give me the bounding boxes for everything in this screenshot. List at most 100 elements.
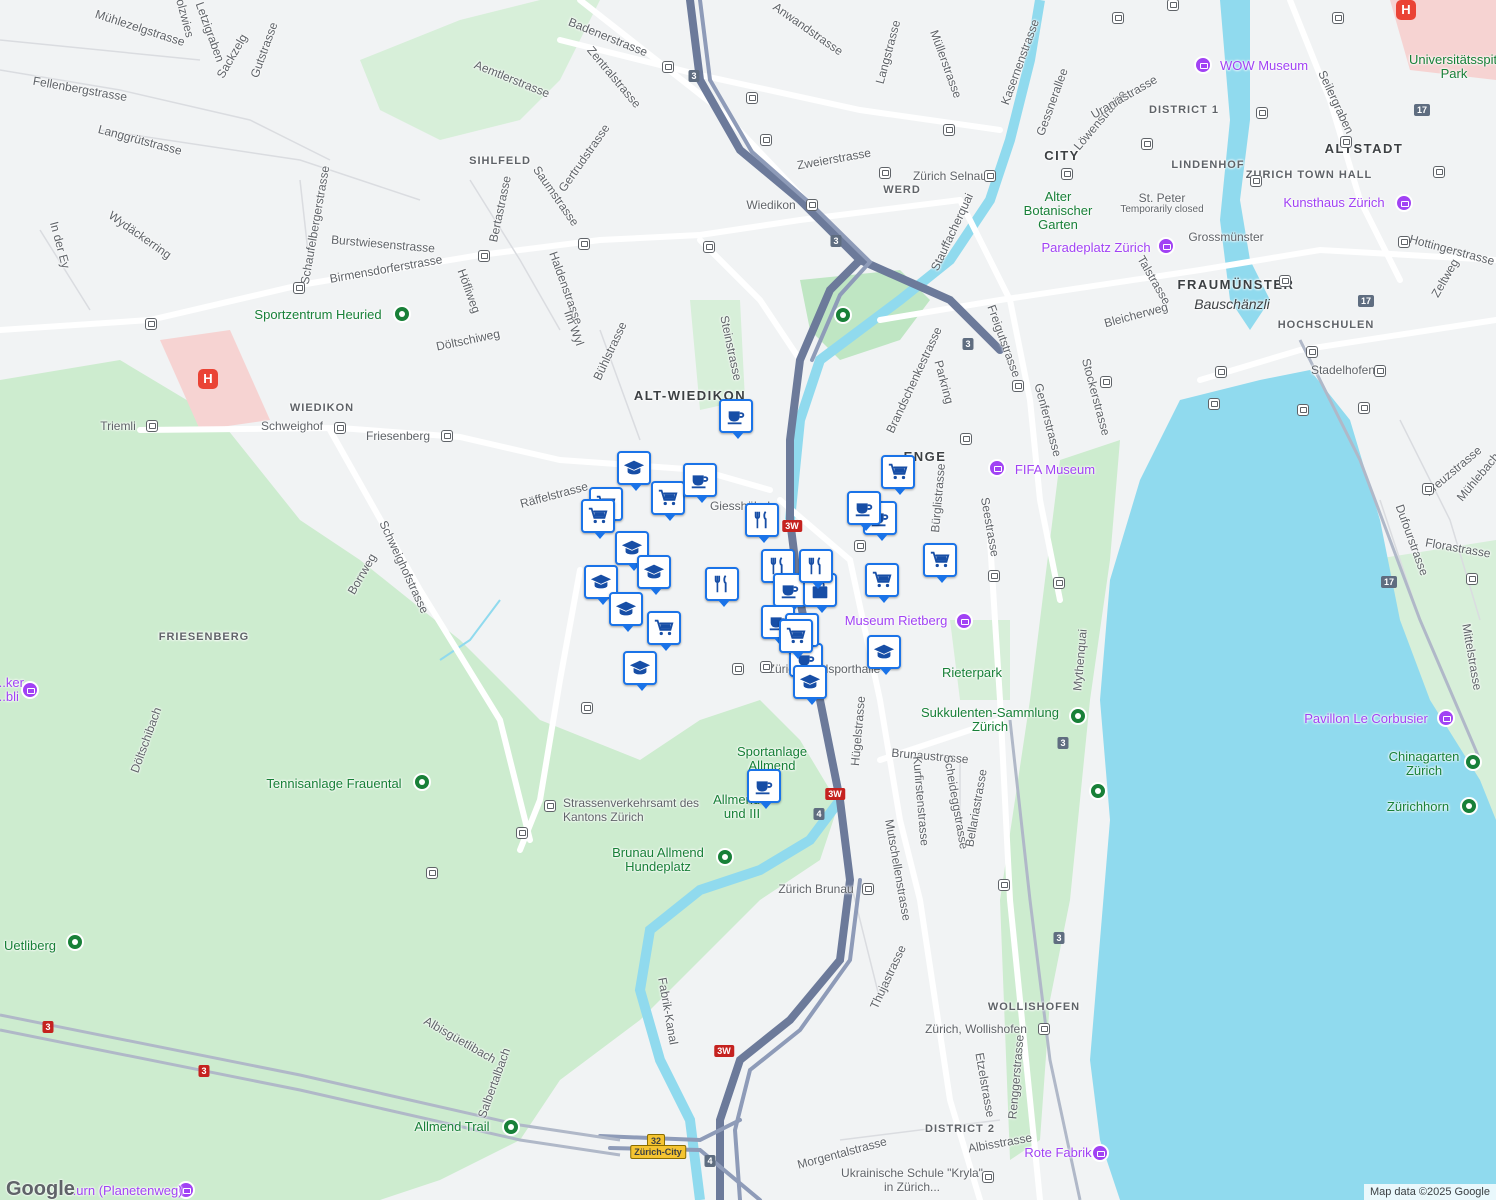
shopping-icon[interactable] [1157,237,1175,255]
place-label[interactable]: Brunau Allmend Hundeplatz [598,846,718,874]
map-pin[interactable] [719,399,753,439]
map-pin[interactable] [617,451,651,491]
bus-stop-icon[interactable] [1433,166,1445,178]
bus-stop-icon[interactable] [703,241,715,253]
place-label[interactable]: Zürichhorn [1387,800,1449,814]
map-pin[interactable] [623,651,657,691]
map-pin[interactable] [865,563,899,603]
station-label[interactable]: Stadelhofen [1311,363,1375,377]
train-station-icon[interactable] [1374,365,1386,377]
train-station-icon[interactable] [806,199,818,211]
bus-stop-icon[interactable] [943,124,955,136]
museum-icon[interactable] [1437,709,1455,727]
bus-stop-icon[interactable] [1100,376,1112,388]
map-pin[interactable] [705,567,739,607]
place-label[interactable]: Chinagarten Zürich [1379,750,1469,778]
place-label[interactable]: Uetliberg [4,939,56,953]
place-label[interactable]: Bauschänzli [1194,297,1270,311]
map-pin[interactable] [923,543,957,583]
station-label[interactable]: Triemli [100,419,136,433]
map-pin[interactable] [651,481,685,521]
place-label[interactable]: ...urn (Planetenweg) [65,1184,182,1198]
place-label[interactable]: Paradeplatz Zürich [1041,241,1150,255]
park-icon[interactable] [393,305,411,323]
museum-icon[interactable] [1395,194,1413,212]
bus-stop-icon[interactable] [1053,577,1065,589]
map-pin[interactable] [647,611,681,651]
map-pin[interactable] [799,549,833,589]
map-pin[interactable] [745,503,779,543]
bus-stop-icon[interactable] [145,318,157,330]
place-label[interactable]: Sukkulenten-Sammlung Zürich [915,706,1065,734]
place-label[interactable]: Kunsthaus Zürich [1283,196,1384,210]
bus-stop-icon[interactable] [1466,573,1478,585]
park-icon[interactable] [502,1118,520,1136]
place-label[interactable]: ...ker ...bli [0,676,25,704]
map-pin[interactable] [779,619,813,659]
station-label[interactable]: Friesenberg [366,429,430,443]
place-label[interactable]: Sportzentrum Heuried [254,308,381,322]
place-label[interactable]: Rieterpark [942,666,1002,680]
museum-icon[interactable] [955,612,973,630]
bus-stop-icon[interactable] [516,827,528,839]
bus-stop-icon[interactable] [426,867,438,879]
bus-stop-icon[interactable] [988,570,1000,582]
map-attribution[interactable]: Map data ©2025 Google [1363,1184,1496,1200]
place-label[interactable]: Strassenverkehrsamt des Kantons Zürich [563,796,713,824]
place-label[interactable]: Pavillon Le Corbusier [1304,712,1428,726]
bus-stop-icon[interactable] [1256,107,1268,119]
park-icon[interactable] [716,848,734,866]
map-pin[interactable] [683,463,717,503]
government-icon[interactable] [544,800,556,812]
shopping-icon[interactable] [1091,1144,1109,1162]
train-station-icon[interactable] [441,430,453,442]
place-label[interactable]: Universitätsspital Park [1409,53,1496,81]
map-pin[interactable] [609,592,643,632]
bus-stop-icon[interactable] [1306,346,1318,358]
bus-stop-icon[interactable] [1208,398,1220,410]
place-label[interactable]: FIFA Museum [1015,463,1095,477]
park-icon[interactable] [66,933,84,951]
park-icon[interactable] [1460,797,1478,815]
place-label[interactable]: WOW Museum [1220,59,1308,73]
bus-stop-icon[interactable] [581,702,593,714]
museum-icon[interactable] [1194,56,1212,74]
bus-stop-icon[interactable] [1422,483,1434,495]
bus-stop-icon[interactable] [1167,0,1179,11]
school-place-icon[interactable] [982,1171,994,1183]
station-label[interactable]: Wiedikon [746,198,795,212]
train-station-icon[interactable] [984,170,996,182]
place-label[interactable]: Alter Botanischer Garten [1018,190,1098,232]
bus-stop-icon[interactable] [854,540,866,552]
train-station-icon[interactable] [862,883,874,895]
map-pin[interactable] [881,455,915,495]
bus-stop-icon[interactable] [1250,175,1262,187]
park-icon[interactable] [1089,782,1107,800]
map-pin[interactable] [847,491,881,531]
train-station-icon[interactable] [334,422,346,434]
bus-stop-icon[interactable] [1215,366,1227,378]
bus-stop-icon[interactable] [1112,12,1124,24]
bus-stop-icon[interactable] [1398,236,1410,248]
bus-stop-icon[interactable] [1358,402,1370,414]
place-label[interactable]: Ukrainische Schule "Kryla" in Zürich... [837,1166,987,1194]
place-label[interactable]: Tennisanlage Frauental [266,777,401,791]
bus-stop-icon[interactable] [960,433,972,445]
bus-stop-icon[interactable] [1141,138,1153,150]
bus-stop-icon[interactable] [1297,404,1309,416]
bus-stop-icon[interactable] [1340,136,1352,148]
train-station-icon[interactable] [146,420,158,432]
bus-stop-icon[interactable] [1012,380,1024,392]
map-pin[interactable] [793,665,827,705]
place-label[interactable]: Allmend Trail [414,1120,489,1134]
place-label[interactable]: Museum Rietberg [845,614,948,628]
bus-stop-icon[interactable] [732,663,744,675]
park-icon[interactable] [834,306,852,324]
map-pin[interactable] [867,635,901,675]
place-label[interactable]: Rote Fabrik [1024,1146,1091,1160]
place-label[interactable]: Grossmünster [1188,230,1263,244]
bus-stop-icon[interactable] [1279,275,1291,287]
bus-stop-icon[interactable] [478,250,490,262]
map-pin[interactable] [637,555,671,595]
bus-stop-icon[interactable] [879,167,891,179]
